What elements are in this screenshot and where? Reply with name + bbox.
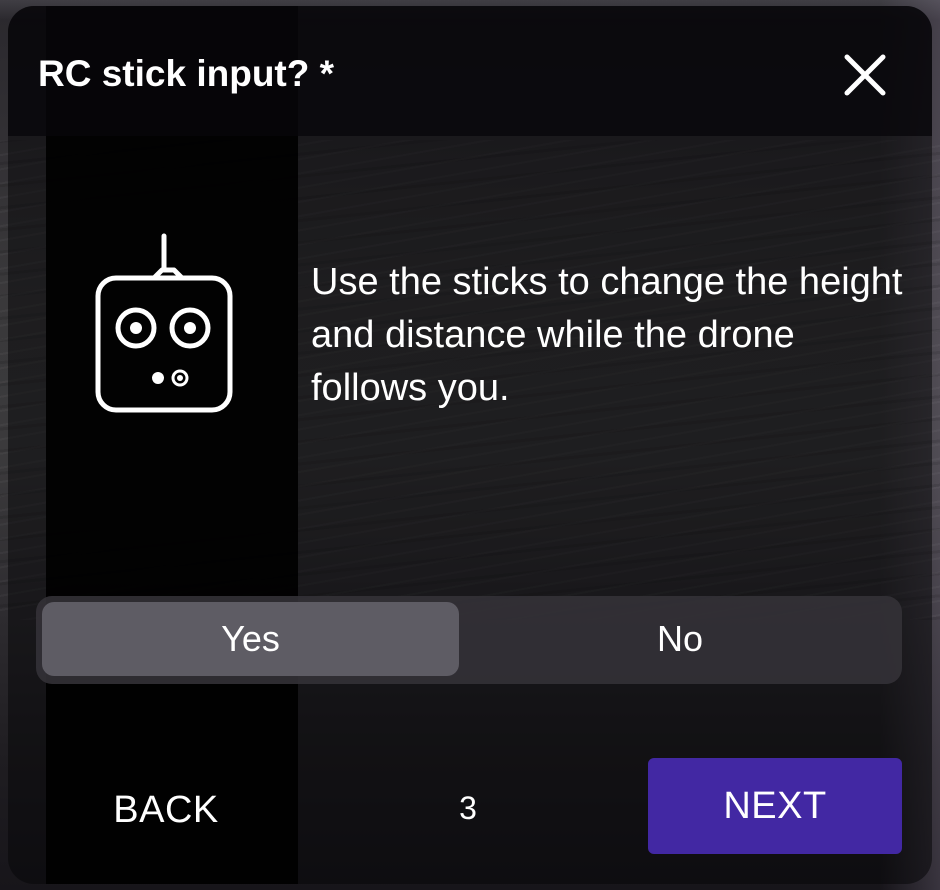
next-button[interactable]: NEXT <box>648 758 902 854</box>
option-no[interactable]: No <box>464 602 896 676</box>
yes-no-toggle: Yes No <box>36 596 902 684</box>
dialog-title: RC stick input? * <box>38 53 335 94</box>
page-number: 3 <box>459 789 477 826</box>
remote-controller-icon <box>88 232 238 418</box>
option-yes[interactable]: Yes <box>42 602 459 676</box>
app-frame: RC stick input? * Use the sticks to chan… <box>0 0 940 890</box>
close-icon <box>844 54 886 96</box>
back-button[interactable]: BACK <box>86 770 246 850</box>
dialog-description: Use the sticks to change the height and … <box>311 261 903 409</box>
left-shade-panel <box>46 6 298 884</box>
rc-stick-dialog: RC stick input? * Use the sticks to chan… <box>8 6 932 884</box>
close-button[interactable] <box>840 50 890 100</box>
